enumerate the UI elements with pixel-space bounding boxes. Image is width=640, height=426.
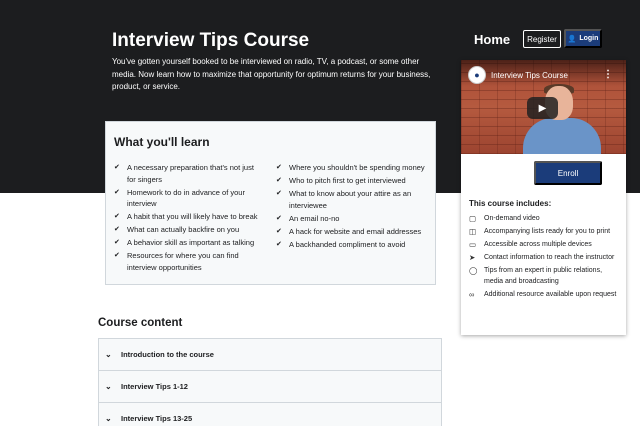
presenter-body <box>523 118 601 154</box>
check-icon: ✔ <box>276 214 282 222</box>
video-title[interactable]: Interview Tips Course <box>491 71 568 80</box>
section-accordion-tips-13-25[interactable]: ⌄ Interview Tips 13-25 <box>98 402 442 426</box>
video-player[interactable]: ● Interview Tips Course ⋮ ▶ <box>461 60 626 154</box>
learn-item: ✔ Where you shouldn't be spending money <box>276 163 425 172</box>
course-description: You've gotten yourself booked to be inte… <box>112 57 431 91</box>
user-icon: 👤 <box>567 35 577 43</box>
section-label: Interview Tips 1-12 <box>121 382 188 391</box>
learn-item: ✔ Homework to do in advance of your inter… <box>114 187 245 209</box>
register-button[interactable]: Register <box>523 30 561 48</box>
include-item: ∞ Additional resource available upon requ… <box>469 289 617 299</box>
check-icon: ✔ <box>276 227 282 235</box>
play-button[interactable]: ▶ <box>527 97 558 119</box>
link-icon: ∞ <box>469 289 475 299</box>
check-icon: ✔ <box>276 177 282 184</box>
include-item: ➤ Contact information to reach the instru… <box>469 253 615 262</box>
learn-item: ✔ Who to pitch first to get interviewed <box>276 176 406 185</box>
include-item: ◯ Tips from an expert in public relations… <box>469 266 619 287</box>
learn-item: ✔ An email no-no <box>276 213 340 223</box>
devices-icon: ▭ <box>469 240 477 249</box>
learn-item: ✔ A backhanded compliment to avoid <box>276 239 406 249</box>
learn-title: What you'll learn <box>114 135 210 149</box>
learn-item: ✔ A necessary preparation that's not just… <box>114 163 254 184</box>
file-icon: ◫ <box>469 227 477 236</box>
learn-item: ✔ Resources for where you can find interv… <box>114 251 239 272</box>
login-button[interactable]: 👤 Login <box>564 29 602 48</box>
learn-item: ✔ What to know about your attire as an in… <box>276 189 412 210</box>
check-icon: ✔ <box>276 240 282 248</box>
check-icon: ✔ <box>276 164 282 171</box>
includes-list: ▢ On-demand video ◫ Accompanying lists rea… <box>469 214 619 303</box>
check-icon: ✔ <box>114 252 120 259</box>
section-accordion-tips-1-12[interactable]: ⌄ Interview Tips 1-12 <box>98 370 442 403</box>
include-item: ▢ On-demand video <box>469 214 540 223</box>
what-youll-learn-panel: What you'll learn ✔ A necessary preparati… <box>105 121 436 285</box>
learn-item: ✔ A habit that you will likely have to br… <box>114 212 258 221</box>
home-link[interactable]: Home <box>474 32 510 47</box>
course-content-title: Course content <box>98 317 183 329</box>
learn-list-left: ✔ A necessary preparation that's not just… <box>114 162 264 275</box>
chevron-down-icon: ⌄ <box>105 382 112 391</box>
course-sidebar-card: ● Interview Tips Course ⋮ ▶ Enroll This … <box>461 60 626 335</box>
lightbulb-icon: ◯ <box>469 266 478 275</box>
section-accordion-intro[interactable]: ⌄ Introduction to the course <box>98 338 442 371</box>
include-item: ◫ Accompanying lists ready for you to pri… <box>469 227 611 236</box>
play-icon: ▶ <box>538 102 547 114</box>
section-label: Interview Tips 13-25 <box>121 414 193 423</box>
login-label: Login <box>579 35 599 42</box>
page-title: Interview Tips Course <box>112 30 310 51</box>
enroll-button[interactable]: Enroll <box>534 161 602 185</box>
check-icon: ✔ <box>114 239 120 246</box>
chevron-down-icon: ⌄ <box>105 350 112 359</box>
section-label: Introduction to the course <box>121 350 214 359</box>
learn-item: ✔ What can actually backfire on you <box>114 225 240 234</box>
includes-title: This course includes: <box>469 199 552 208</box>
learn-item: ✔ A hack for website and email addresses <box>276 226 422 236</box>
check-icon: ✔ <box>114 164 120 171</box>
send-icon: ➤ <box>469 253 476 262</box>
check-icon: ✔ <box>114 188 120 196</box>
more-options-icon[interactable]: ⋮ <box>603 69 613 80</box>
check-icon: ✔ <box>114 213 120 220</box>
channel-avatar[interactable]: ● <box>468 66 486 84</box>
check-icon: ✔ <box>114 226 120 233</box>
video-icon: ▢ <box>469 214 477 223</box>
learn-list-right: ✔ Where you shouldn't be spending money ✔… <box>276 162 426 252</box>
learn-item: ✔ A behavior skill as important as talkin… <box>114 238 255 247</box>
include-item: ▭ Accessible across multiple devices <box>469 240 592 249</box>
chevron-down-icon: ⌄ <box>105 414 112 423</box>
check-icon: ✔ <box>276 190 282 197</box>
